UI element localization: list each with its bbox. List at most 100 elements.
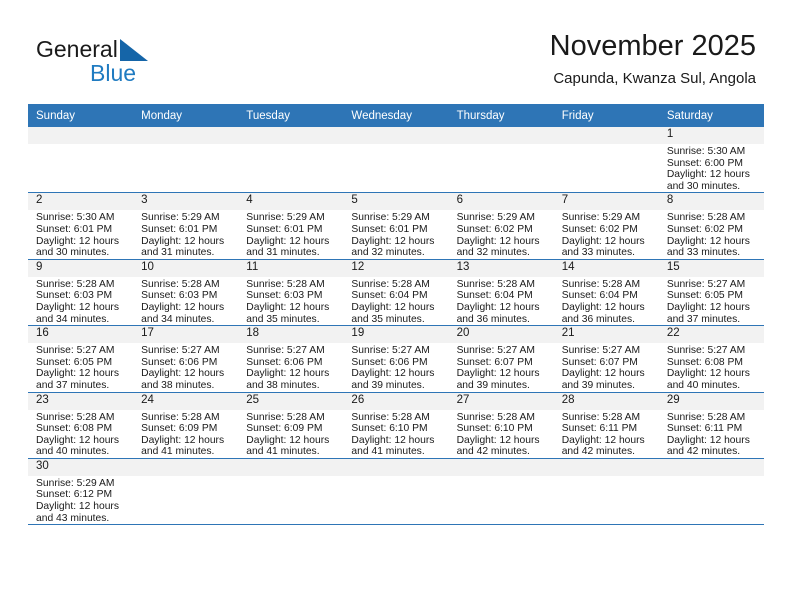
daylight-duration-line2: and 42 minutes. — [456, 446, 530, 458]
sunrise-time: Sunrise: 5:28 AM — [36, 278, 115, 290]
day-details: Sunrise: 5:28 AM Sunset: 6:09 PM Daylight:… — [133, 410, 238, 458]
day-number: 15 — [658, 259, 764, 277]
calendar-header-row: Sunday Monday Tuesday Wednesday Thursday Frid… — [28, 104, 764, 127]
calendar-day-cell[interactable]: 12 Sunrise: 5:28 AM Sunset: 6:04 PM Dayligh… — [343, 259, 449, 327]
weekday-header-sunday: Sunday — [28, 104, 134, 127]
sunset-time: Sunset: 6:12 PM — [36, 489, 113, 501]
day-cell-inner: 2 Sunrise: 5:30 AM Sunset: 6:01 PM Daylight… — [28, 193, 134, 258]
calendar-page: General Blue November 2025 Capunda, Kwan… — [0, 0, 792, 612]
day-cell-inner: 9 Sunrise: 5:28 AM Sunset: 6:03 PM Daylight… — [28, 259, 134, 325]
calendar-day-cell[interactable]: 2 Sunrise: 5:30 AM Sunset: 6:01 PM Daylight… — [28, 192, 134, 260]
calendar-day-cell[interactable]: 11 Sunrise: 5:28 AM Sunset: 6:03 PM Dayligh… — [238, 259, 344, 327]
calendar-day-cell[interactable]: 15 Sunrise: 5:27 AM Sunset: 6:05 PM Dayligh… — [658, 259, 764, 327]
day-number: 7 — [553, 193, 659, 211]
calendar-day-cell[interactable]: 14 Sunrise: 5:28 AM Sunset: 6:04 PM Dayligh… — [553, 259, 659, 327]
daylight-duration-line1: Daylight: 12 hours — [351, 235, 435, 247]
daylight-duration-line1: Daylight: 12 hours — [456, 368, 540, 380]
calendar-day-cell[interactable]: 24 Sunrise: 5:28 AM Sunset: 6:09 PM Dayligh… — [133, 392, 239, 459]
day-number: 11 — [238, 259, 344, 277]
calendar-day-cell[interactable]: 20 Sunrise: 5:27 AM Sunset: 6:07 PM Dayligh… — [448, 325, 554, 393]
calendar-day-cell[interactable]: 13 Sunrise: 5:28 AM Sunset: 6:04 PM Dayligh… — [448, 259, 554, 327]
calendar-day-cell[interactable]: 25 Sunrise: 5:28 AM Sunset: 6:09 PM Dayligh… — [238, 392, 344, 459]
daylight-duration-line1: Daylight: 12 hours — [36, 235, 119, 247]
daylight-duration-line1: Daylight: 12 hours — [561, 235, 645, 247]
daylight-duration-line2: and 32 minutes. — [351, 247, 425, 259]
day-cell-inner: 4 Sunrise: 5:29 AM Sunset: 6:01 PM Daylight… — [238, 193, 344, 259]
weekday-header-row: Sunday Monday Tuesday Wednesday Thursday Frid… — [28, 104, 764, 127]
sunrise-time: Sunrise: 5:29 AM — [456, 212, 535, 224]
sunrise-time: Sunrise: 5:27 AM — [666, 345, 746, 357]
day-number — [343, 127, 449, 144]
sunrise-time: Sunrise: 5:28 AM — [351, 411, 430, 423]
calendar-week-row: 23 Sunrise: 5:28 AM Sunset: 6:08 PM Dayligh… — [28, 392, 764, 459]
calendar-day-cell[interactable]: 23 Sunrise: 5:28 AM Sunset: 6:08 PM Dayligh… — [28, 392, 134, 459]
logo-text-blue: Blue — [90, 60, 137, 86]
calendar-day-cell[interactable]: 26 Sunrise: 5:28 AM Sunset: 6:10 PM Dayligh… — [343, 392, 449, 459]
calendar-day-cell[interactable]: 10 Sunrise: 5:28 AM Sunset: 6:03 PM Dayligh… — [133, 259, 239, 327]
daylight-duration-line1: Daylight: 12 hours — [36, 434, 119, 446]
calendar-week-row: 30 Sunrise: 5:29 AM Sunset: 6:12 PM Dayligh… — [28, 458, 764, 526]
calendar-day-cell[interactable]: 9 Sunrise: 5:28 AM Sunset: 6:03 PM Daylight… — [28, 259, 134, 327]
sunrise-time: Sunrise: 5:28 AM — [561, 411, 641, 423]
calendar-day-cell[interactable]: 7 Sunrise: 5:29 AM Sunset: 6:02 PM Daylight… — [553, 192, 659, 260]
daylight-duration-line1: Daylight: 12 hours — [36, 301, 119, 313]
daylight-duration-line1: Daylight: 12 hours — [456, 301, 540, 313]
day-cell-inner: 21 Sunrise: 5:27 AM Sunset: 6:07 PM Dayligh… — [553, 326, 659, 391]
calendar-day-cell[interactable]: 17 Sunrise: 5:27 AM Sunset: 6:06 PM Dayligh… — [133, 325, 239, 393]
sunrise-time: Sunrise: 5:28 AM — [141, 411, 220, 423]
day-number — [238, 127, 344, 144]
daylight-duration-line2: and 35 minutes. — [351, 313, 425, 325]
day-number: 29 — [658, 392, 764, 410]
day-details: Sunrise: 5:28 AM Sunset: 6:03 PM Daylight:… — [133, 277, 238, 325]
calendar-day-cell[interactable]: 4 Sunrise: 5:29 AM Sunset: 6:01 PM Daylight… — [238, 192, 344, 260]
day-cell-inner: 3 Sunrise: 5:29 AM Sunset: 6:01 PM Daylight… — [133, 193, 239, 258]
title-block: November 2025 Capunda, Kwanza Sul, Angol… — [550, 28, 756, 90]
daylight-duration-line2: and 41 minutes. — [351, 446, 425, 458]
day-cell-inner: 23 Sunrise: 5:28 AM Sunset: 6:08 PM Dayligh… — [28, 392, 134, 458]
daylight-duration-line1: Daylight: 12 hours — [141, 301, 225, 313]
weekday-header-thursday: Thursday — [448, 104, 554, 127]
weekday-header-tuesday: Tuesday — [238, 104, 344, 127]
day-details: Sunrise: 5:28 AM Sunset: 6:10 PM Daylight:… — [343, 410, 448, 458]
calendar-day-cell[interactable]: 3 Sunrise: 5:29 AM Sunset: 6:01 PM Daylight… — [133, 192, 239, 260]
day-cell-inner — [553, 127, 659, 192]
day-cell-inner: 5 Sunrise: 5:29 AM Sunset: 6:01 PM Daylight… — [343, 193, 449, 259]
sunset-time: Sunset: 6:00 PM — [666, 157, 743, 169]
calendar-day-cell[interactable]: 8 Sunrise: 5:28 AM Sunset: 6:02 PM Daylight… — [658, 192, 764, 260]
calendar-day-cell[interactable]: 28 Sunrise: 5:28 AM Sunset: 6:11 PM Dayligh… — [553, 392, 659, 459]
calendar-day-cell[interactable]: 21 Sunrise: 5:27 AM Sunset: 6:07 PM Dayligh… — [553, 325, 659, 393]
daylight-duration-line2: and 32 minutes. — [456, 247, 530, 259]
calendar-day-cell[interactable]: 1 Sunrise: 5:30 AM Sunset: 6:00 PM Daylight… — [658, 127, 764, 194]
sunset-time: Sunset: 6:06 PM — [246, 356, 323, 368]
sunrise-time: Sunrise: 5:28 AM — [561, 278, 641, 290]
calendar-day-cell[interactable]: 6 Sunrise: 5:29 AM Sunset: 6:02 PM Daylight… — [448, 192, 554, 260]
day-number — [448, 458, 554, 476]
daylight-duration-line2: and 31 minutes. — [246, 247, 320, 259]
day-number: 1 — [658, 127, 764, 144]
calendar-day-cell[interactable]: 18 Sunrise: 5:27 AM Sunset: 6:06 PM Dayligh… — [238, 325, 344, 393]
day-details: Sunrise: 5:28 AM Sunset: 6:11 PM Daylight:… — [659, 410, 764, 458]
day-details: Sunrise: 5:27 AM Sunset: 6:05 PM Daylight:… — [659, 277, 764, 325]
calendar-day-cell[interactable]: 22 Sunrise: 5:27 AM Sunset: 6:08 PM Dayligh… — [658, 325, 764, 393]
calendar-day-cell[interactable]: 19 Sunrise: 5:27 AM Sunset: 6:06 PM Dayligh… — [343, 325, 449, 393]
calendar-day-cell[interactable]: 29 Sunrise: 5:28 AM Sunset: 6:11 PM Dayligh… — [658, 392, 764, 459]
calendar-day-cell[interactable]: 30 Sunrise: 5:29 AM Sunset: 6:12 PM Dayligh… — [28, 458, 134, 526]
day-cell-inner: 29 Sunrise: 5:28 AM Sunset: 6:11 PM Dayligh… — [658, 392, 764, 458]
daylight-duration-line2: and 36 minutes. — [561, 313, 635, 325]
daylight-duration-line1: Daylight: 12 hours — [141, 434, 225, 446]
calendar-day-cell[interactable]: 5 Sunrise: 5:29 AM Sunset: 6:01 PM Daylight… — [343, 192, 449, 260]
calendar-body: 1 Sunrise: 5:30 AM Sunset: 6:00 PM Daylight… — [28, 127, 764, 526]
day-number — [553, 458, 659, 476]
sunrise-time: Sunrise: 5:28 AM — [456, 278, 535, 290]
sunrise-time: Sunrise: 5:27 AM — [36, 345, 115, 357]
general-blue-logo[interactable]: General Blue — [36, 36, 236, 92]
daylight-duration-line2: and 35 minutes. — [246, 313, 320, 325]
weekday-header-saturday: Saturday — [658, 104, 764, 127]
day-details: Sunrise: 5:29 AM Sunset: 6:02 PM Daylight:… — [554, 210, 659, 258]
day-cell-inner: 27 Sunrise: 5:28 AM Sunset: 6:10 PM Dayligh… — [448, 392, 554, 458]
sunrise-sunset-calendar: Sunday Monday Tuesday Wednesday Thursday Frid… — [28, 104, 764, 526]
daylight-duration-line2: and 33 minutes. — [666, 247, 741, 259]
calendar-day-cell[interactable]: 16 Sunrise: 5:27 AM Sunset: 6:05 PM Dayligh… — [28, 325, 134, 393]
calendar-day-cell[interactable]: 27 Sunrise: 5:28 AM Sunset: 6:10 PM Dayligh… — [448, 392, 554, 459]
day-number — [448, 127, 554, 144]
